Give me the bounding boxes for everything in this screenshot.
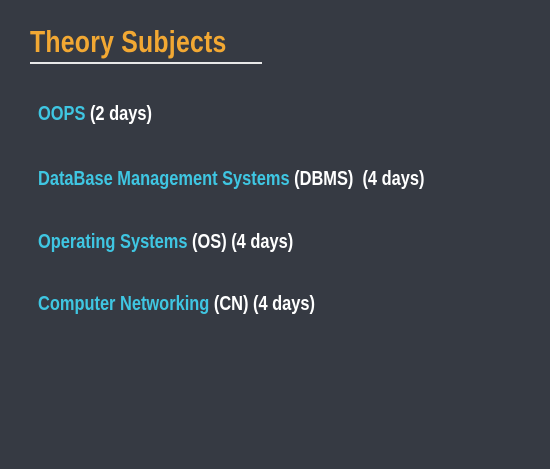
subject-duration: (DBMS) (4 days) bbox=[294, 168, 425, 190]
subject-duration: (2 days) bbox=[89, 103, 152, 125]
subject-name: OOPS bbox=[38, 103, 86, 125]
subject-item: OOPS (2 days) bbox=[38, 103, 152, 126]
subject-item: Computer Networking (CN) (4 days) bbox=[38, 293, 315, 316]
slide-title: Theory Subjects bbox=[30, 24, 227, 59]
subject-name: DataBase Management Systems bbox=[38, 168, 290, 190]
subject-name: Computer Networking bbox=[38, 293, 210, 315]
title-underline bbox=[30, 62, 262, 64]
subject-duration: (OS) (4 days) bbox=[192, 231, 294, 253]
subject-item: Operating Systems (OS) (4 days) bbox=[38, 231, 293, 254]
subject-duration: (CN) (4 days) bbox=[213, 293, 316, 315]
subject-item: DataBase Management Systems (DBMS) (4 da… bbox=[38, 168, 424, 191]
subject-name: Operating Systems bbox=[38, 231, 188, 253]
